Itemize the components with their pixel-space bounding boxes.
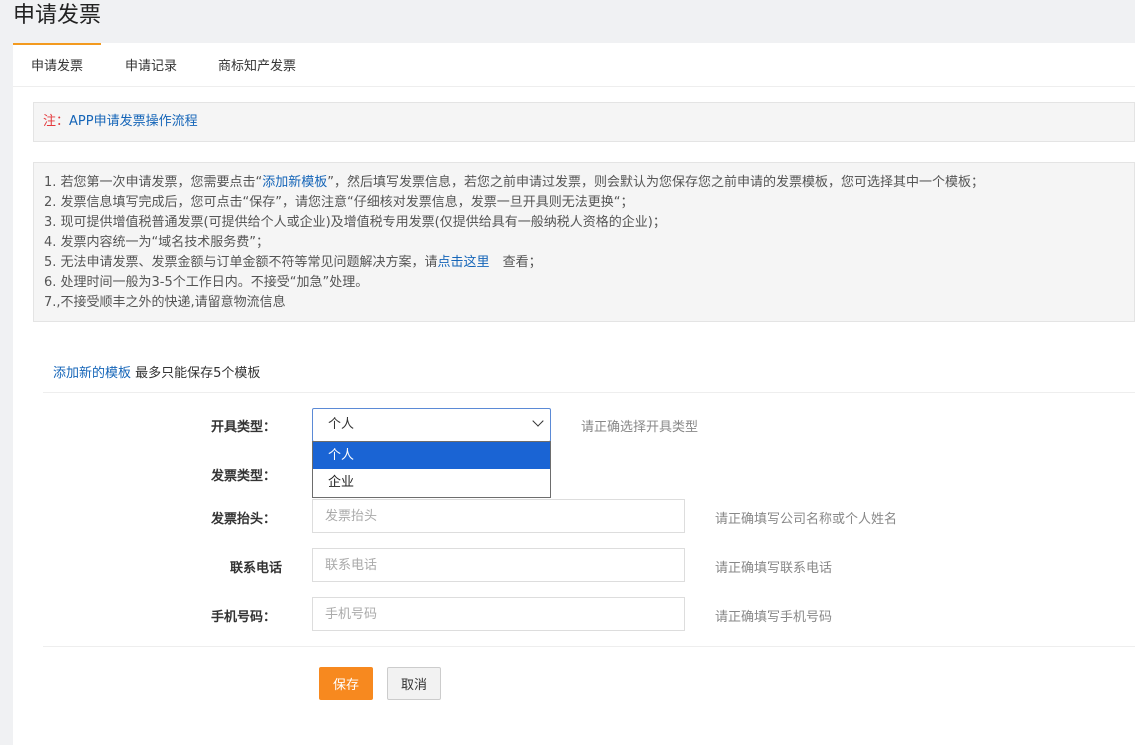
- instruction-line: 3. 现可提供增值税普通发票(可提供给个人或企业)及增值税专用发票(仅提供给具有…: [44, 215, 666, 230]
- instruction-text: 5. 无法申请发票、发票金额与订单金额不符等常见问题解决方案，请: [44, 255, 438, 270]
- instruction-line: 5. 无法申请发票、发票金额与订单金额不符等常见问题解决方案，请点击这里 查看；: [44, 253, 1134, 273]
- instructions-box: 1. 若您第一次申请发票，您需要点击“添加新模板”，然后填写发票信息，若您之前申…: [33, 162, 1135, 322]
- invoice-type-label: 发票类型：: [210, 469, 276, 484]
- issue-type-hint: 请正确选择开具类型: [581, 420, 699, 435]
- save-button[interactable]: 保存: [319, 667, 373, 700]
- divider: [43, 646, 1135, 647]
- contact-phone-input[interactable]: [312, 548, 685, 582]
- invoice-header-hint: 请正确填写公司名称或个人姓名: [715, 512, 898, 527]
- template-limit-text: 最多只能保存5个模板: [131, 366, 261, 381]
- contact-phone-hint: 请正确填写联系电话: [715, 561, 833, 576]
- issue-type-select[interactable]: 个人: [312, 408, 551, 442]
- tab-apply-records[interactable]: 申请记录: [113, 43, 189, 87]
- add-template-link[interactable]: 添加新的模板: [53, 366, 131, 381]
- instruction-line: 6. 处理时间一般为3-5个工作日内。不接受“加急”处理。: [44, 275, 369, 290]
- mobile-input[interactable]: [312, 597, 685, 631]
- note-bar: 注：APP申请发票操作流程: [33, 102, 1135, 142]
- click-here-link[interactable]: 点击这里: [438, 255, 490, 270]
- instruction-text: 查看；: [489, 255, 542, 270]
- option-enterprise[interactable]: 企业: [313, 469, 550, 496]
- contact-phone-label: 联系电话: [229, 561, 282, 576]
- tab-trademark-invoice[interactable]: 商标知产发票: [209, 43, 305, 87]
- instruction-line: 4. 发票内容统一为“域名技术服务费”；: [44, 235, 270, 250]
- invoice-header-input[interactable]: [312, 499, 685, 533]
- chevron-down-icon: [532, 415, 544, 427]
- page-title: 申请发票: [13, 3, 102, 28]
- instruction-line: 2. 发票信息填写完成后，您可点击“保存”，请您注意“仔细核对发票信息，发票一旦…: [44, 195, 634, 210]
- invoice-header-label: 发票抬头：: [210, 512, 276, 527]
- instruction-line: 7.,不接受顺丰之外的快递,请留意物流信息: [44, 295, 286, 310]
- template-row: 添加新的模板 最多只能保存5个模板: [53, 362, 260, 381]
- app-process-link[interactable]: APP申请发票操作流程: [69, 114, 198, 129]
- tab-apply-invoice[interactable]: 申请发票: [13, 43, 101, 87]
- instruction-line: 1. 若您第一次申请发票，您需要点击“添加新模板”，然后填写发票信息，若您之前申…: [44, 173, 1134, 193]
- issue-type-label: 开具类型：: [210, 420, 276, 435]
- invoice-panel: 申请发票 申请记录 商标知产发票 注：APP申请发票操作流程 1. 若您第一次申…: [13, 43, 1135, 745]
- option-personal[interactable]: 个人: [313, 442, 550, 469]
- cancel-button[interactable]: 取消: [387, 667, 441, 700]
- divider: [43, 392, 1135, 393]
- issue-type-value: 个人: [328, 417, 355, 432]
- tab-bar: 申请发票 申请记录 商标知产发票: [13, 43, 1135, 87]
- issue-type-dropdown: 个人 企业: [312, 441, 551, 498]
- note-prefix: 注：: [43, 114, 70, 129]
- mobile-hint: 请正确填写手机号码: [715, 610, 833, 625]
- instruction-text: 1. 若您第一次申请发票，您需要点击“: [44, 175, 263, 190]
- add-template-inline-link[interactable]: 添加新模板: [262, 175, 327, 190]
- instruction-text: ”，然后填写发票信息，若您之前申请过发票，则会默认为您保存您之前申请的发票模板，…: [327, 175, 985, 190]
- mobile-label: 手机号码：: [210, 610, 276, 625]
